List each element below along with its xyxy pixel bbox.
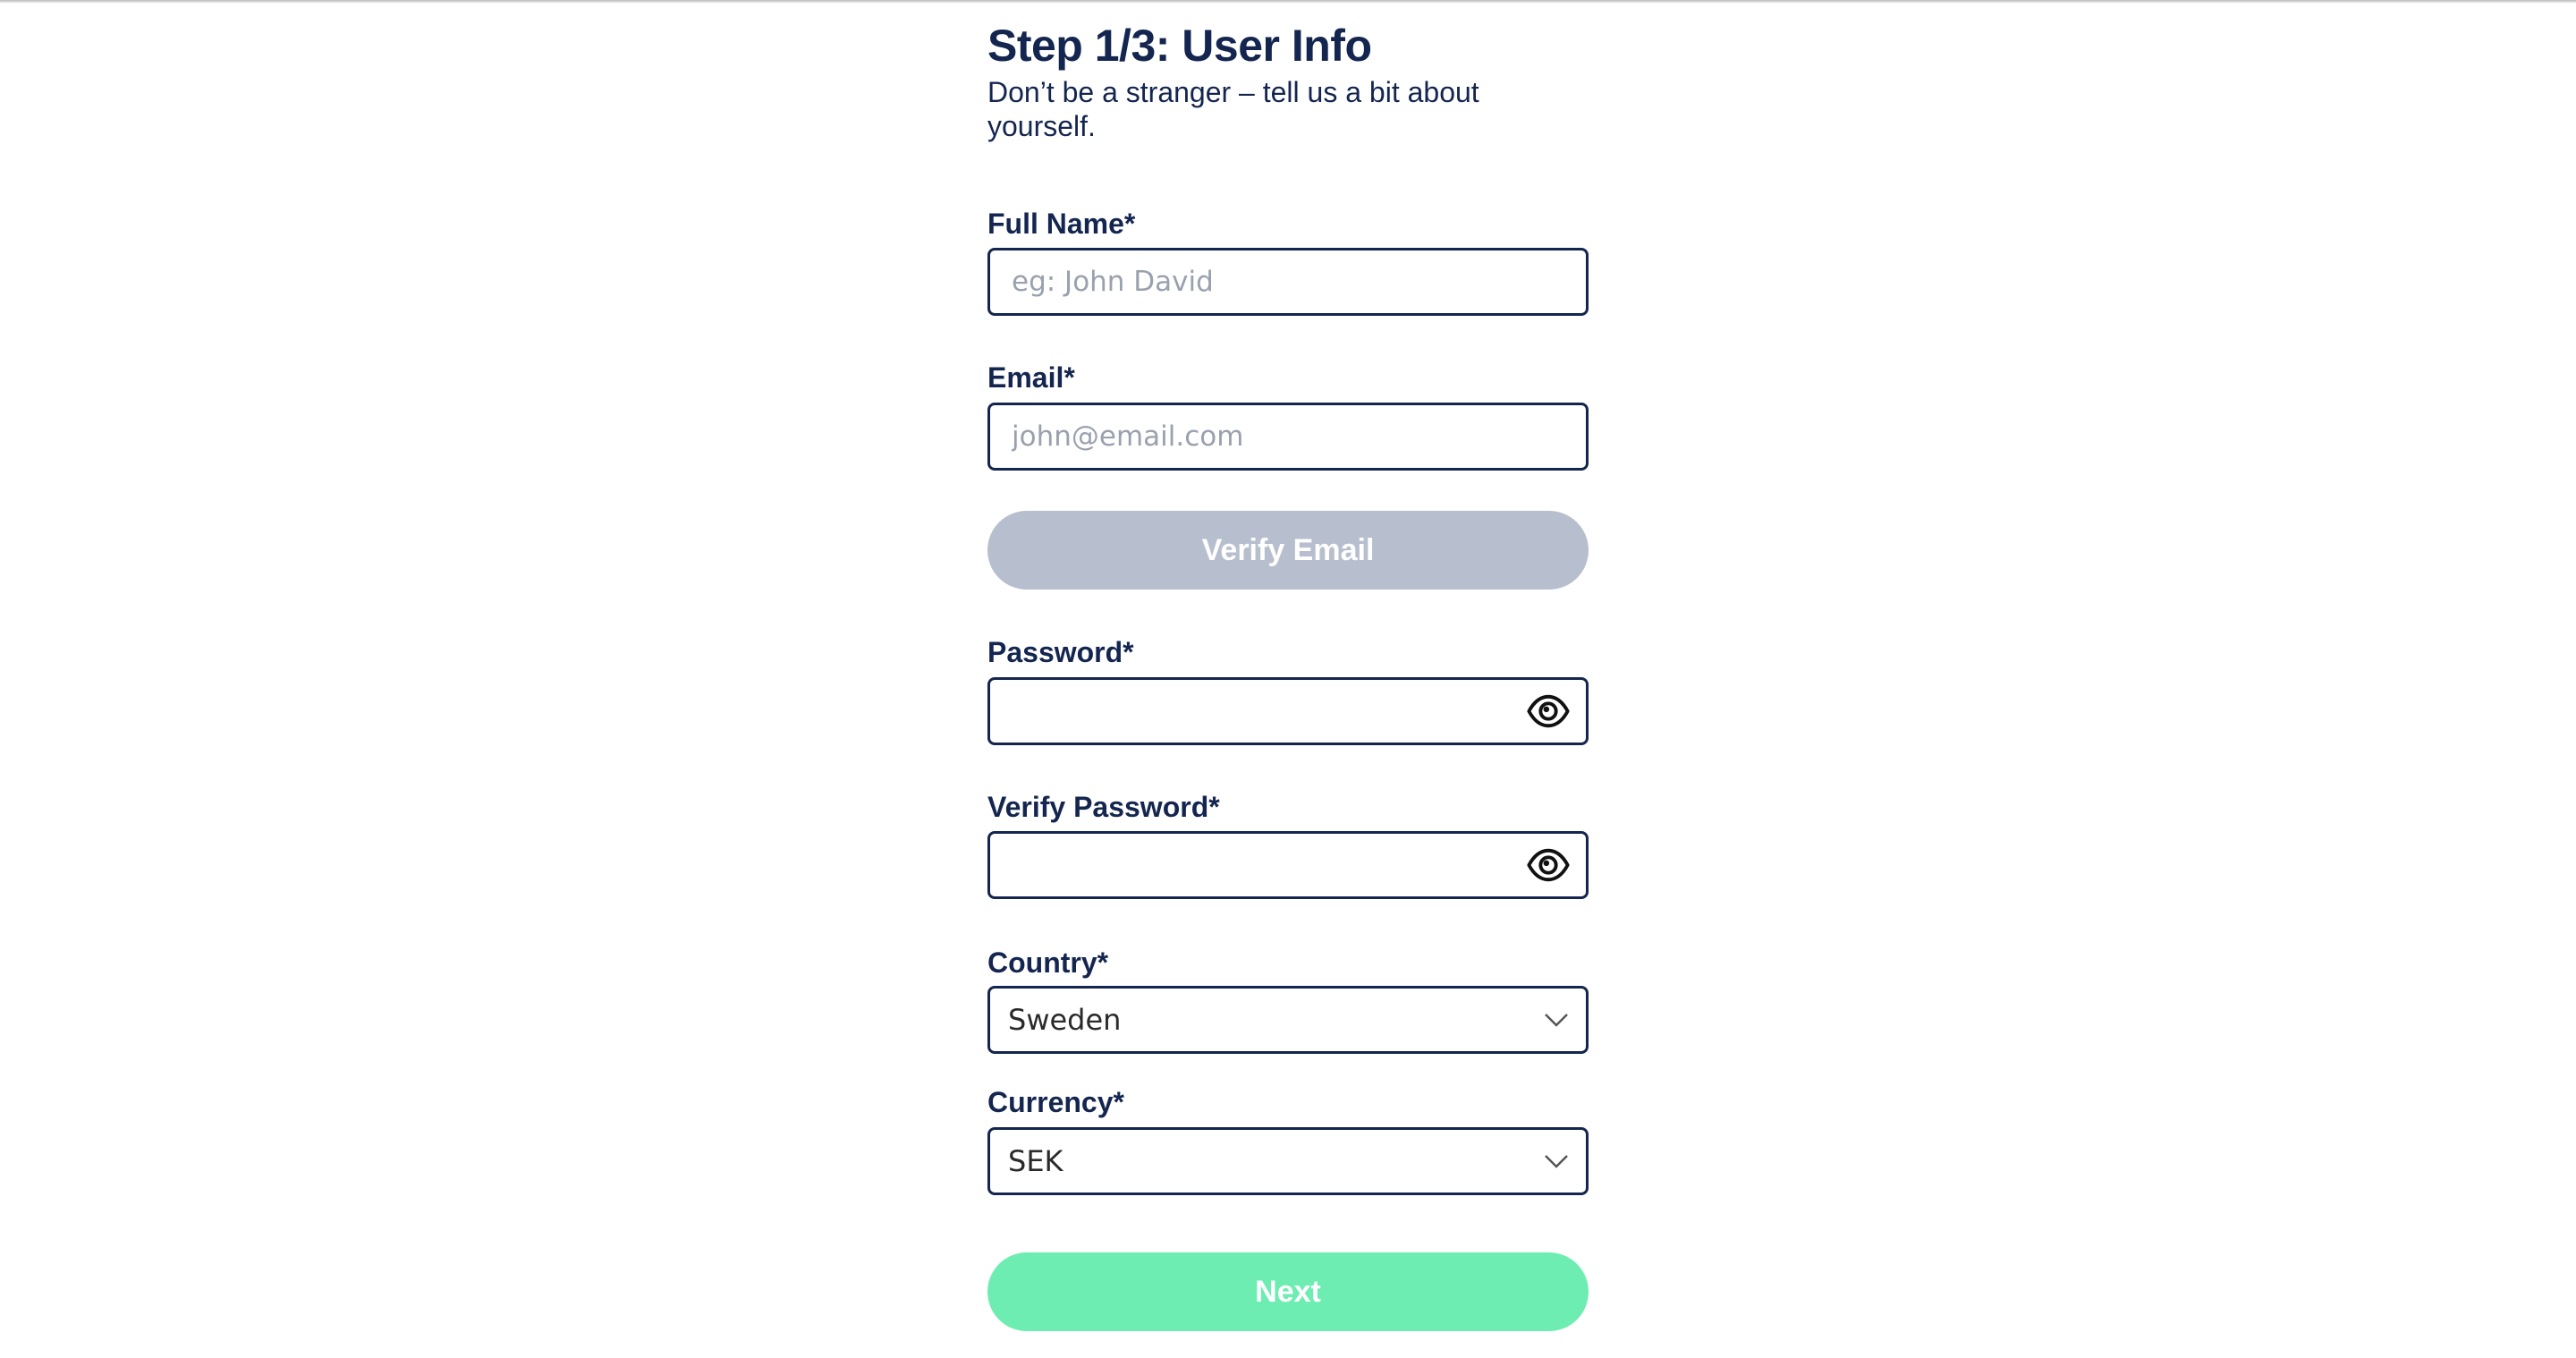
eye-icon[interactable] (1525, 842, 1572, 888)
email-field[interactable] (987, 403, 1589, 471)
verify-password-field[interactable] (987, 831, 1589, 899)
chevron-down-icon (1545, 1014, 1568, 1027)
page-title: Step 1/3: User Info (987, 21, 1372, 71)
currency-label: Currency* (987, 1086, 1124, 1118)
currency-selected-value: SEK (1008, 1144, 1063, 1178)
currency-select[interactable]: SEK (987, 1127, 1589, 1195)
password-input[interactable] (990, 680, 1586, 743)
country-select[interactable]: Sweden (987, 986, 1589, 1054)
full-name-input[interactable] (990, 250, 1586, 313)
email-label: Email* (987, 361, 1075, 394)
password-field[interactable] (987, 677, 1589, 745)
full-name-label: Full Name* (987, 208, 1136, 240)
eye-icon[interactable] (1525, 688, 1572, 734)
verify-email-button[interactable]: Verify Email (987, 511, 1589, 590)
country-selected-value: Sweden (1008, 1003, 1122, 1037)
email-input[interactable] (990, 405, 1586, 468)
chevron-down-icon (1545, 1155, 1568, 1168)
password-label: Password* (987, 636, 1134, 668)
country-label: Country* (987, 946, 1109, 979)
next-button[interactable]: Next (987, 1252, 1589, 1331)
verify-password-label: Verify Password* (987, 791, 1220, 823)
browser-top-shadow (0, 0, 2576, 4)
verify-password-input[interactable] (990, 834, 1586, 896)
page-subtitle: Don’t be a stranger – tell us a bit abou… (987, 76, 1479, 142)
full-name-field[interactable] (987, 248, 1589, 316)
